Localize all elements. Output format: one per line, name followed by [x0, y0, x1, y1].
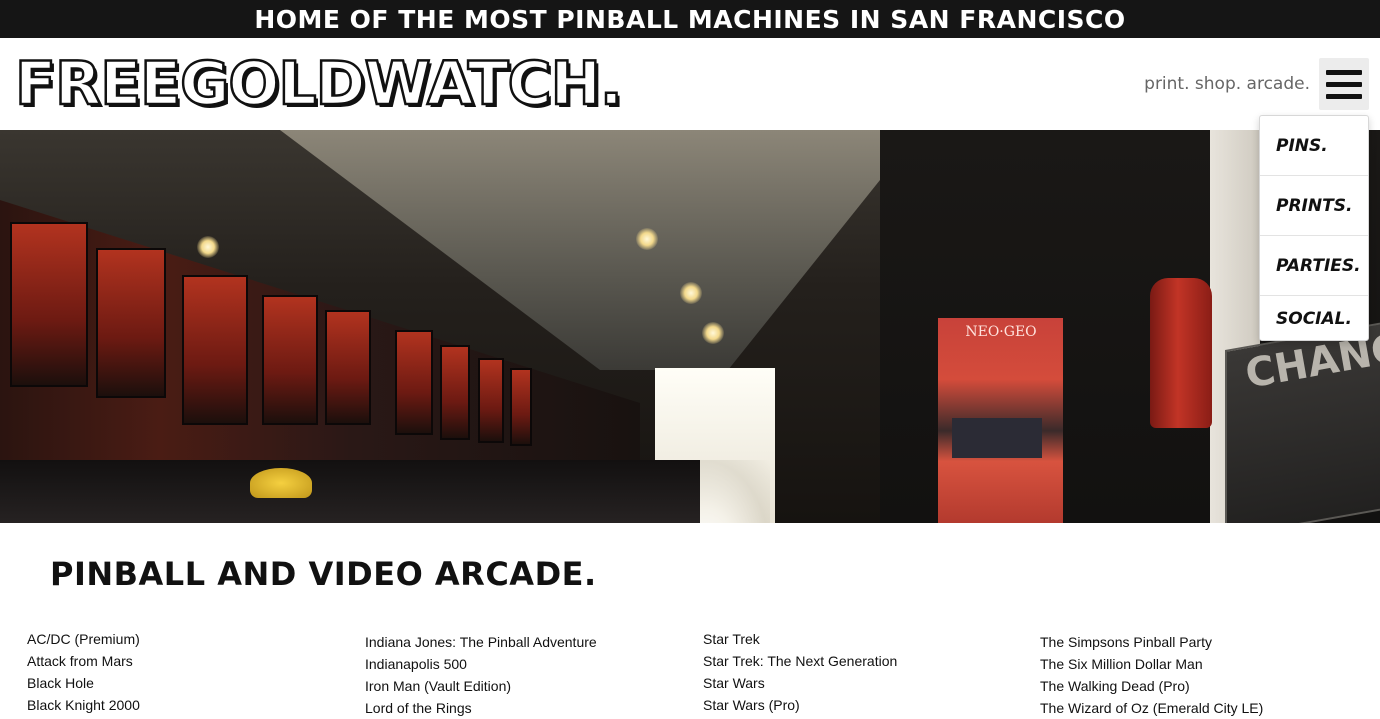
list-item: Iron Man (Vault Edition)	[365, 678, 512, 694]
list-item: Star Wars	[703, 675, 765, 691]
list-item: Lord of the Rings	[365, 700, 472, 716]
list-item: The Walking Dead (Pro)	[1040, 678, 1190, 694]
list-item: Star Trek: The Next Generation	[703, 653, 898, 669]
list-item: Star Wars (Pro)	[703, 697, 800, 713]
list-item: AC/DC (Premium)	[27, 631, 140, 647]
pinball-backglass	[478, 358, 504, 443]
pinball-backglass	[182, 275, 248, 425]
neogeo-sign: NEO·GEO	[965, 324, 1037, 340]
list-item: Black Hole	[27, 675, 94, 691]
pinball-backglass	[395, 330, 433, 435]
list-item: The Six Million Dollar Man	[1040, 656, 1203, 672]
site-logo[interactable]: FREEGOLDWATCH.	[14, 51, 624, 118]
pinball-backglass	[440, 345, 470, 440]
menu-item-prints[interactable]: PRINTS.	[1260, 176, 1368, 236]
section-title: PINBALL AND VIDEO ARCADE.	[50, 555, 597, 593]
games-list-col-2: Indiana Jones: The Pinball Adventure Ind…	[365, 633, 597, 719]
list-item: Indiana Jones: The Pinball Adventure	[365, 634, 597, 650]
ceiling-light	[197, 236, 219, 258]
list-item: The Simpsons Pinball Party	[1040, 634, 1212, 650]
hamburger-bar-icon	[1326, 93, 1362, 99]
menu-item-social[interactable]: SOCIAL.	[1260, 296, 1368, 342]
announcement-text: HOME OF THE MOST PINBALL MACHINES IN SAN…	[254, 4, 1126, 34]
list-item: Black Knight 2000	[27, 697, 140, 713]
list-item: Indianapolis 500	[365, 656, 467, 672]
list-item: Star Trek	[703, 631, 760, 647]
pinball-backglass	[10, 222, 88, 387]
neogeo-screen	[952, 418, 1042, 458]
ceiling-light	[636, 228, 658, 250]
hero-arcade-photo: NEO·GEO CHANGE	[0, 130, 1380, 523]
hamburger-menu-button[interactable]	[1319, 58, 1369, 110]
site-header: FREEGOLDWATCH. print. shop. arcade.	[0, 38, 1380, 130]
announcement-bar: HOME OF THE MOST PINBALL MACHINES IN SAN…	[0, 0, 1380, 38]
site-tagline: print. shop. arcade.	[1144, 74, 1310, 94]
nav-dropdown-menu: PINS. PRINTS. PARTIES. SOCIAL.	[1259, 115, 1369, 341]
fire-extinguisher	[1150, 278, 1212, 428]
games-list-col-4: The Simpsons Pinball Party The Six Milli…	[1040, 633, 1263, 719]
menu-item-parties[interactable]: PARTIES.	[1260, 236, 1368, 296]
ceiling-light	[702, 322, 724, 344]
pinball-bumper	[250, 468, 312, 498]
pinball-backglass	[96, 248, 166, 398]
hamburger-bar-icon	[1326, 69, 1362, 75]
list-item: The Wizard of Oz (Emerald City LE)	[1040, 700, 1264, 716]
ceiling-light	[680, 282, 702, 304]
pinball-backglass	[262, 295, 318, 425]
pinball-backglass	[325, 310, 371, 425]
games-list-col-3: Star Trek Star Trek: The Next Generation…	[703, 630, 897, 718]
pinball-rail	[0, 460, 700, 523]
list-item: Attack from Mars	[27, 653, 133, 669]
games-list-col-1: AC/DC (Premium) Attack from Mars Black H…	[27, 630, 140, 718]
hamburger-bar-icon	[1326, 81, 1362, 87]
menu-item-pins[interactable]: PINS.	[1260, 116, 1368, 176]
pinball-backglass	[510, 368, 532, 446]
